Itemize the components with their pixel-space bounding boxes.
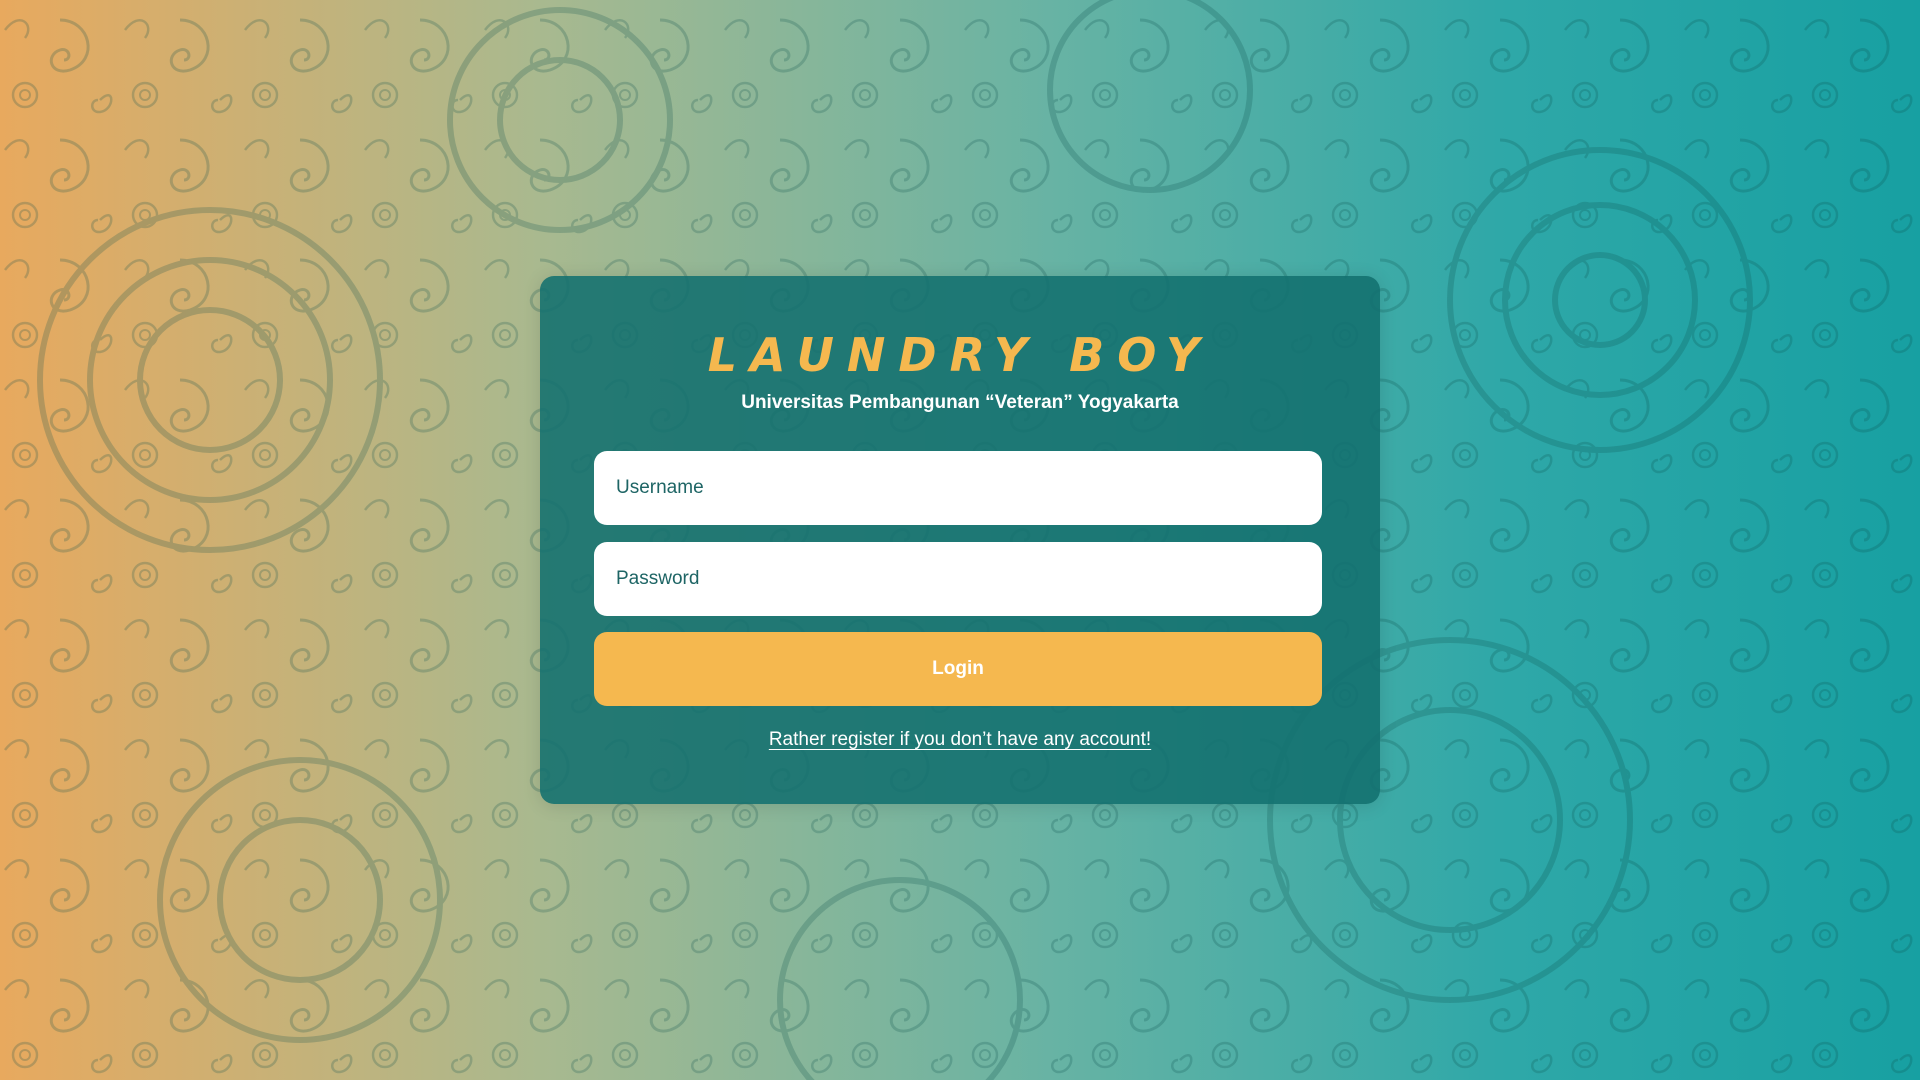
password-input[interactable] (594, 542, 1322, 616)
login-card: LAUNDRY BOY Universitas Pembangunan “Vet… (540, 276, 1380, 804)
login-button[interactable]: Login (594, 632, 1322, 706)
brand-logo: LAUNDRY BOY (707, 328, 1213, 382)
university-subtitle: Universitas Pembangunan “Veteran” Yogyak… (741, 392, 1179, 413)
register-link[interactable]: Rather register if you don’t have any ac… (540, 729, 1380, 751)
username-input[interactable] (594, 451, 1322, 525)
